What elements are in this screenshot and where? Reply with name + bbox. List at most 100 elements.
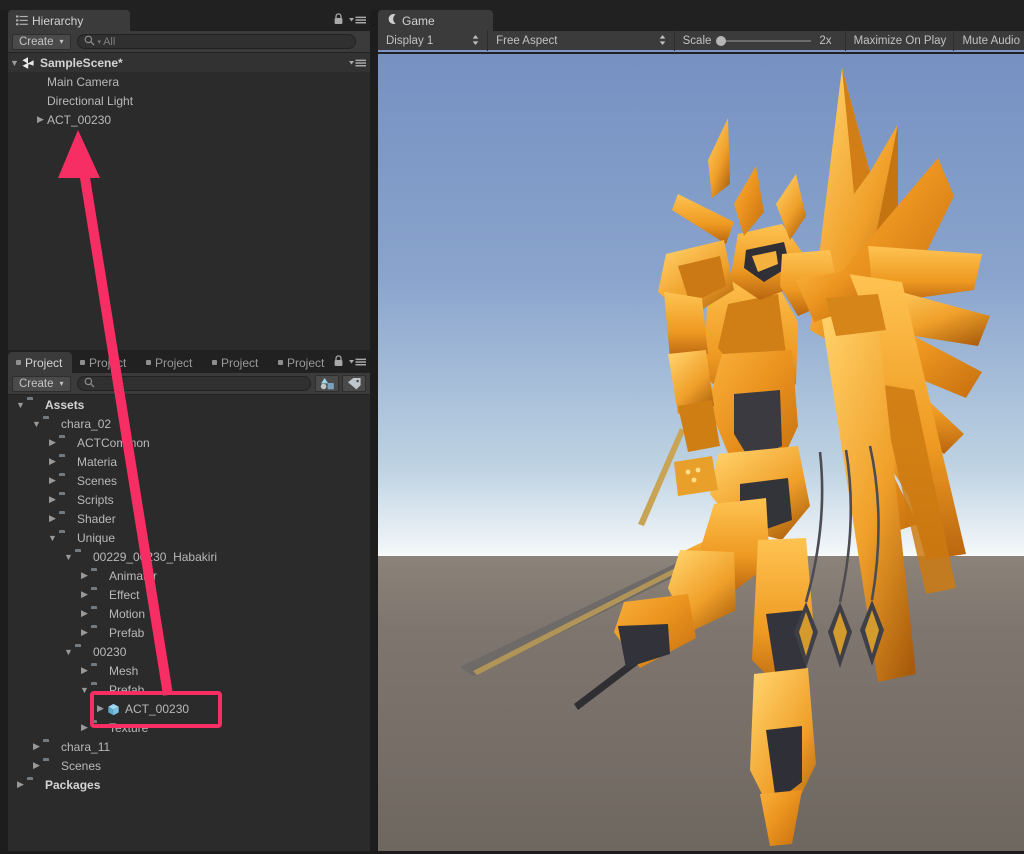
aspect-dropdown[interactable]: Free Aspect	[488, 30, 675, 51]
project-tree-row[interactable]: ▶ chara_11	[8, 737, 370, 756]
left-dock-column: Hierarchy Create ▾ ▾ All ▼ SampleScene* …	[0, 0, 378, 851]
project-tree[interactable]: ▼ Assets ▼ chara_02 ▶ ACTCommon ▶ Materia ▶ Scene…	[8, 395, 370, 847]
tab-project-icon	[16, 360, 21, 365]
scene-context-menu-icon[interactable]	[349, 53, 366, 72]
hierarchy-item[interactable]: Directional Light	[8, 91, 370, 110]
tab-project-5[interactable]: Project	[270, 352, 336, 373]
lock-icon[interactable]	[333, 355, 344, 370]
project-tree-label: Scripts	[77, 492, 114, 507]
project-tree-row[interactable]: ▶ Animator	[8, 566, 370, 585]
fold-arrow-icon[interactable]: ▶	[30, 741, 43, 752]
project-tree-row[interactable]: ▼ 00229_00230_Habakiri	[8, 547, 370, 566]
tab-project-1[interactable]: Project	[8, 352, 72, 373]
fold-arrow-icon[interactable]: ▶	[78, 589, 91, 600]
fold-arrow-icon[interactable]: ▶	[78, 665, 91, 676]
hierarchy-tabbar: Hierarchy	[8, 10, 370, 31]
project-tree-row[interactable]: ▶ Effect	[8, 585, 370, 604]
project-tree-row[interactable]: ▶ Shader	[8, 509, 370, 528]
scale-slider[interactable]	[716, 35, 812, 46]
maximize-on-play-toggle[interactable]: Maximize On Play	[846, 30, 955, 51]
tab-project-3[interactable]: Project	[138, 352, 204, 373]
hierarchy-item[interactable]: Main Camera	[8, 72, 370, 91]
hierarchy-scene-row[interactable]: ▼ SampleScene*	[8, 53, 370, 72]
tab-hierarchy-label: Hierarchy	[32, 13, 84, 28]
filter-by-label-icon[interactable]	[342, 375, 366, 392]
fold-arrow-icon[interactable]: ▼	[14, 400, 27, 410]
fold-arrow-icon[interactable]: ▶	[46, 513, 59, 524]
hierarchy-tree[interactable]: ▼ SampleScene* Main Camera Directional L…	[8, 53, 370, 350]
hamburger-menu-icon[interactable]	[349, 14, 366, 28]
fold-arrow-icon[interactable]: ▶	[78, 608, 91, 619]
project-tree-row[interactable]: ▶ Scenes	[8, 471, 370, 490]
folder-icon	[91, 627, 105, 639]
fold-arrow-icon[interactable]: ▼	[62, 647, 75, 657]
hierarchy-create-button[interactable]: Create ▾	[12, 33, 71, 50]
project-tree-row[interactable]: ▼ Prefab	[8, 680, 370, 699]
hamburger-menu-icon[interactable]	[349, 356, 366, 370]
project-toolbar: Create ▾	[8, 373, 370, 395]
fold-arrow-icon[interactable]: ▶	[46, 494, 59, 505]
mute-audio-toggle[interactable]: Mute Audio	[954, 30, 1024, 51]
project-tree-row[interactable]: ▶ Materia	[8, 452, 370, 471]
fold-arrow-icon[interactable]: ▶	[78, 570, 91, 581]
tab-game[interactable]: Game	[378, 10, 493, 31]
project-tree-row[interactable]: ▼ Unique	[8, 528, 370, 547]
project-tree-row[interactable]: ▶ ACTCommon	[8, 433, 370, 452]
fold-arrow-icon[interactable]: ▶	[14, 779, 27, 790]
fold-arrow-icon[interactable]: ▶	[78, 627, 91, 638]
mute-audio-label: Mute Audio	[962, 34, 1020, 47]
project-tree-label: chara_02	[61, 416, 112, 431]
project-tree-row[interactable]: ▶ ACT_00230	[8, 699, 370, 718]
search-dropdown-caret[interactable]: ▾	[98, 38, 102, 46]
folder-icon	[91, 608, 105, 620]
scale-slider-group[interactable]: Scale 2x	[675, 30, 847, 51]
fold-arrow-icon[interactable]: ▶	[46, 475, 59, 486]
tab-project-4[interactable]: Project	[204, 352, 270, 373]
fold-arrow-icon[interactable]: ▶	[30, 760, 43, 771]
hierarchy-item[interactable]: ▶ ACT_00230	[8, 110, 370, 129]
project-tree-row[interactable]: ▶ Mesh	[8, 661, 370, 680]
fold-arrow-icon[interactable]: ▶	[78, 722, 91, 733]
project-tree-row[interactable]: ▶ Packages	[8, 775, 370, 794]
project-tree-row[interactable]: ▶ Scripts	[8, 490, 370, 509]
folder-icon	[91, 665, 105, 677]
project-tree-row[interactable]: ▶ Scenes	[8, 756, 370, 775]
hierarchy-search-input[interactable]: ▾ All	[76, 34, 356, 49]
fold-arrow-icon[interactable]: ▶	[46, 437, 59, 448]
tab-hierarchy[interactable]: Hierarchy	[8, 10, 130, 31]
project-tree-label: 00230	[93, 644, 127, 659]
tab-project-label: Project	[89, 355, 127, 370]
game-view-render[interactable]	[378, 54, 1024, 851]
fold-arrow-icon[interactable]: ▶	[46, 456, 59, 467]
tab-project-2[interactable]: Project	[72, 352, 138, 373]
project-tree-row[interactable]: ▶ Texture	[8, 718, 370, 737]
project-tree-row[interactable]: ▼ 00230	[8, 642, 370, 661]
fold-arrow-icon[interactable]: ▼	[78, 685, 91, 695]
prefab-cube-icon	[107, 703, 121, 715]
project-tree-label: 00229_00230_Habakiri	[93, 549, 218, 564]
project-tree-label: ACT_00230	[125, 701, 190, 716]
scene-fold-arrow[interactable]: ▼	[8, 58, 21, 68]
folder-icon	[59, 494, 73, 506]
fold-arrow-icon[interactable]: ▼	[30, 419, 43, 429]
scale-slider-handle[interactable]	[716, 35, 727, 46]
folder-icon	[27, 779, 41, 791]
project-tree-row[interactable]: ▶ Motion	[8, 604, 370, 623]
filter-by-type-icon[interactable]	[315, 375, 339, 392]
fold-arrow-icon[interactable]: ▼	[46, 533, 59, 543]
project-tab-actions	[333, 352, 366, 373]
fold-arrow-icon[interactable]: ▼	[62, 552, 75, 562]
fold-arrow-icon[interactable]: ▶	[94, 703, 107, 714]
display-dropdown[interactable]: Display 1	[378, 30, 489, 51]
folder-icon	[59, 475, 73, 487]
project-search-input[interactable]	[76, 376, 311, 391]
project-create-button[interactable]: Create ▾	[12, 375, 71, 392]
project-tree-row[interactable]: ▼ Assets	[8, 395, 370, 414]
aspect-dropdown-label: Free Aspect	[496, 34, 558, 47]
lock-icon[interactable]	[333, 13, 344, 28]
left-column-bottom-fill	[8, 847, 370, 851]
fold-arrow-icon[interactable]: ▶	[34, 114, 47, 125]
project-tree-row[interactable]: ▼ chara_02	[8, 414, 370, 433]
project-tree-row[interactable]: ▶ Prefab	[8, 623, 370, 642]
tab-game-label: Game	[402, 13, 435, 28]
